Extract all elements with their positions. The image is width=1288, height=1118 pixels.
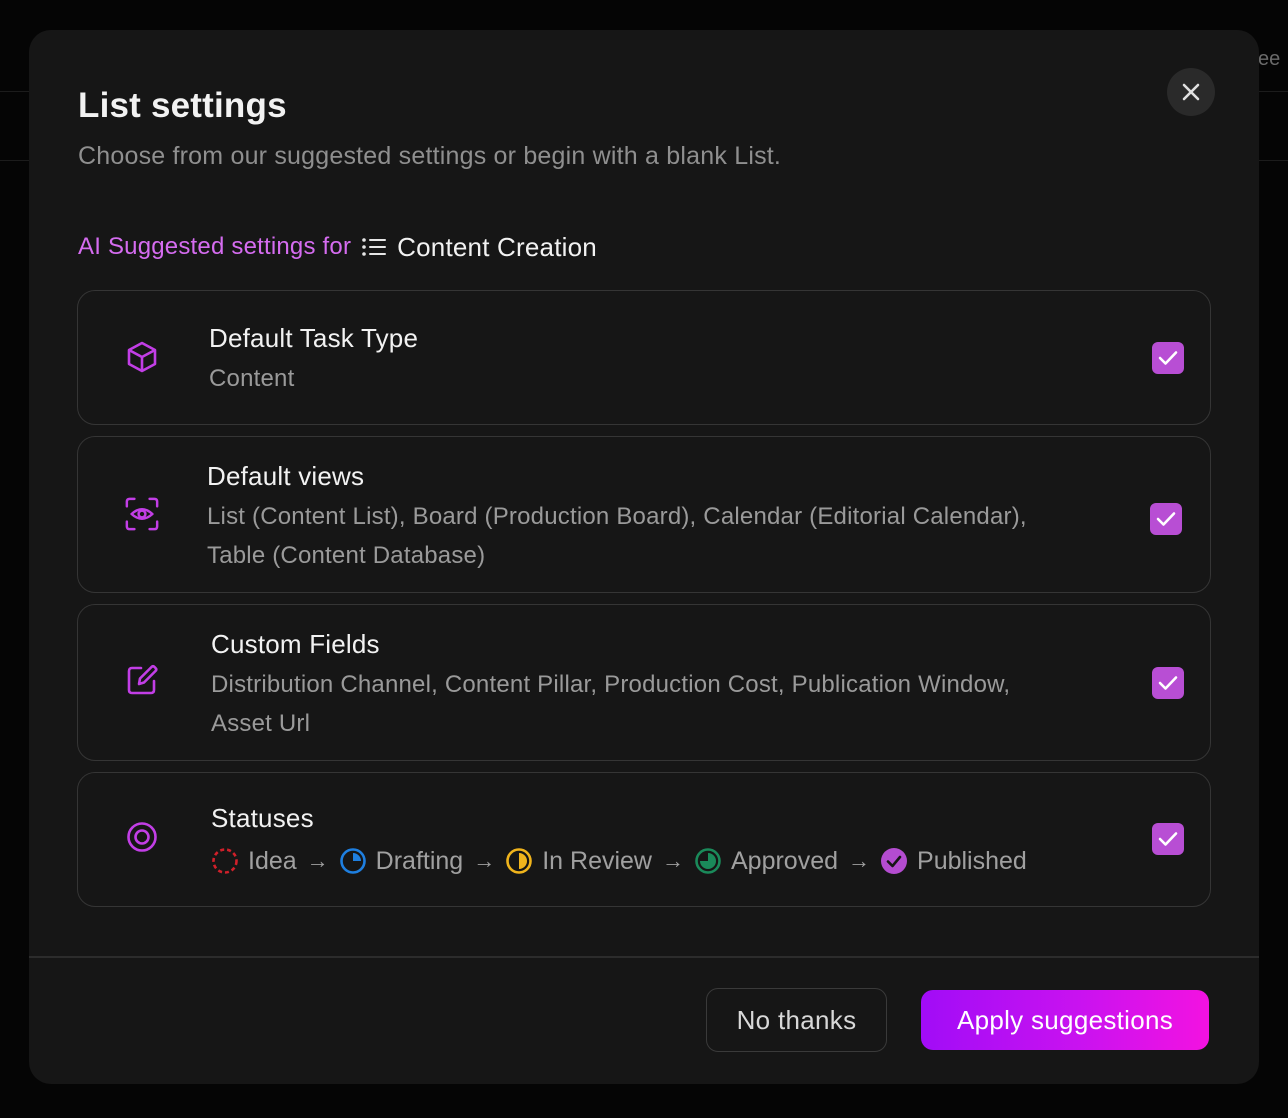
default-views-card[interactable]: Default views List (Content List), Board… — [77, 436, 1211, 593]
description-line: Asset Url — [211, 710, 311, 737]
ai-suggestion-header: AI Suggested settings for Content Creati… — [78, 230, 597, 264]
default-task-type-card[interactable]: Default Task Type Content — [77, 290, 1211, 425]
custom-fields-checkbox[interactable] — [1152, 667, 1184, 699]
card-title: Statuses — [211, 803, 314, 833]
card-description: Distribution Channel, Content Pillar, Pr… — [211, 665, 1010, 743]
status-flow: Idea → Drafting → In Review → Approved →… — [211, 843, 1027, 879]
eye-scan-icon — [124, 496, 160, 532]
status-drafting-icon — [339, 848, 366, 874]
description-line: Table (Content Database) — [207, 542, 486, 569]
status-approved-icon — [695, 848, 721, 874]
description-line: Distribution Channel, Content Pillar, Pr… — [211, 671, 1011, 698]
status-published: Published — [880, 847, 1027, 876]
background-peek-text: ee — [1258, 48, 1281, 70]
check-icon — [1158, 351, 1178, 365]
card-description: Content — [209, 365, 295, 392]
edit-icon — [124, 662, 160, 698]
custom-fields-card[interactable]: Custom Fields Distribution Channel, Cont… — [77, 604, 1211, 761]
card-title: Custom Fields — [211, 629, 380, 659]
card-title: Default Task Type — [209, 323, 419, 353]
status-drafting: Drafting — [339, 846, 464, 876]
status-approved: Approved — [694, 847, 838, 876]
footer-divider — [29, 956, 1259, 958]
status-label: Approved — [730, 846, 839, 875]
status-label: Drafting — [375, 846, 464, 875]
views-checkbox[interactable] — [1150, 503, 1182, 535]
list-name: Content Creation — [397, 231, 597, 262]
apply-suggestions-button[interactable]: Apply suggestions — [921, 990, 1209, 1050]
status-arrow: → — [473, 848, 496, 873]
cube-icon — [124, 339, 160, 375]
statuses-checkbox[interactable] — [1152, 823, 1184, 855]
card-title: Default views — [207, 461, 365, 491]
close-icon — [1182, 83, 1200, 101]
close-button[interactable] — [1167, 68, 1215, 116]
status-label: Idea — [248, 846, 297, 875]
status-in-review: In Review — [505, 847, 652, 876]
status-in-review-icon — [506, 848, 533, 874]
ai-suggested-label: AI Suggested settings for — [78, 233, 352, 260]
status-label: Published — [917, 846, 1027, 875]
target-icon — [124, 819, 160, 855]
check-icon — [1158, 676, 1178, 690]
status-arrow: → — [306, 848, 329, 873]
no-thanks-button[interactable]: No thanks — [706, 988, 887, 1052]
modal-subtitle: Choose from our suggested settings or be… — [78, 142, 782, 170]
list-settings-modal: List settings Choose from our suggested … — [29, 30, 1259, 1084]
status-arrow: → — [661, 848, 684, 873]
status-published-icon — [881, 848, 908, 874]
modal-title: List settings — [78, 86, 287, 125]
statuses-card[interactable]: Statuses Idea → Drafting → In Review → A… — [77, 772, 1211, 907]
task-type-checkbox[interactable] — [1152, 342, 1184, 374]
status-idea: Idea — [211, 847, 297, 876]
description-line: List (Content List), Board (Production B… — [207, 503, 1027, 530]
check-icon — [1156, 512, 1176, 526]
status-label: In Review — [542, 846, 652, 875]
status-idea-icon — [212, 848, 238, 874]
status-arrow: → — [848, 848, 871, 873]
list-icon — [361, 236, 387, 258]
check-icon — [1158, 832, 1178, 846]
card-description: List (Content List), Board (Production B… — [207, 497, 1027, 575]
